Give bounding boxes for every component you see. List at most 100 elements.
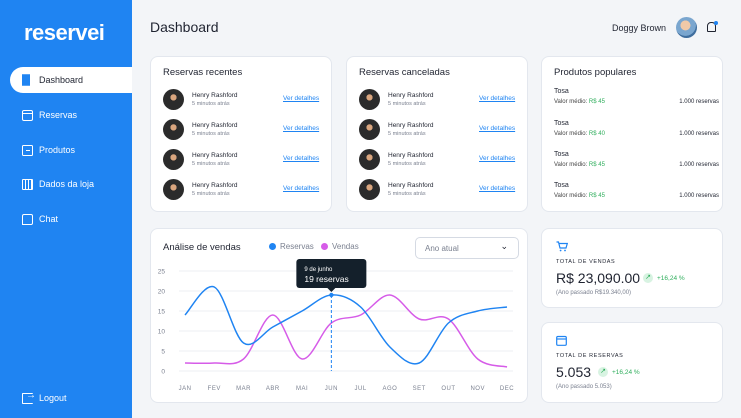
- price-value: R$ 40: [588, 131, 605, 137]
- avatar: [359, 179, 380, 200]
- product-price: Valor médio: R$ 45: [554, 162, 605, 168]
- y-tick-label: 15: [158, 309, 166, 316]
- sidebar-item-dados-da-loja[interactable]: Dados da loja: [10, 171, 132, 197]
- list-item: Tosa Valor médio: R$ 45 1.000 reservas: [554, 182, 719, 208]
- avatar: [163, 89, 184, 110]
- stat-change-value: +16,24 %: [612, 368, 640, 376]
- list-item: Henry Rashford 5 minutos atrás Ver detal…: [359, 89, 519, 111]
- price-value: R$ 45: [588, 162, 605, 168]
- sidebar: reservei Dashboard Reservas Produtos Dad…: [0, 0, 132, 418]
- stat-value: 5.053: [556, 364, 592, 380]
- stat-change: ↗ +16,24 %: [643, 273, 685, 283]
- y-tick-label: 20: [158, 289, 166, 296]
- list-item: Henry Rashford 5 minutos atrás Ver detal…: [163, 119, 323, 141]
- canceled-reservations-card: Reservas canceladas Henry Rashford 5 min…: [346, 56, 528, 212]
- page-title: Dashboard: [150, 19, 219, 35]
- timestamp: 5 minutos atrás: [388, 191, 426, 197]
- timestamp: 5 minutos atrás: [192, 161, 230, 167]
- tooltip-date: 9 de junho: [304, 267, 333, 273]
- list-item: Henry Rashford 5 minutos atrás Ver detal…: [359, 119, 519, 141]
- recent-reservations-card: Reservas recentes Henry Rashford 5 minut…: [150, 56, 332, 212]
- product-price: Valor médio: R$ 40: [554, 131, 605, 137]
- user-name[interactable]: Doggy Brown: [612, 23, 666, 33]
- building-icon: [22, 178, 33, 190]
- list-item: Tosa Valor médio: R$ 45 1.000 reservas: [554, 88, 719, 114]
- total-sales-card: TOTAL DE VENDAS R$ 23,090.00 ↗ +16,24 % …: [541, 228, 723, 308]
- product-quantity: 1.000 reservas: [679, 193, 719, 199]
- tooltip-value: 19 reservas: [304, 274, 348, 284]
- customer-name: Henry Rashford: [388, 152, 434, 159]
- sales-chart: 0 5 10 15 20 25 JAN FEV MAR ABR MAI JUN JUL AGO SET OUT…: [158, 259, 514, 392]
- calendar-icon: [22, 109, 33, 121]
- customer-name: Henry Rashford: [192, 152, 238, 159]
- y-tick-label: 5: [161, 349, 165, 356]
- timestamp: 5 minutos atrás: [388, 131, 426, 137]
- timestamp: 5 minutos atrás: [192, 131, 230, 137]
- stat-label: TOTAL DE RESERVAS: [556, 353, 624, 359]
- stat-previous: (Ano passado R$19.340,00): [556, 290, 632, 296]
- stat-change-value: +16,24 %: [657, 274, 685, 282]
- timestamp: 5 minutos atrás: [192, 101, 230, 107]
- sales-analysis-card: Análise de vendas Reservas Vendas Ano at…: [150, 228, 528, 403]
- y-tick-label: 0: [161, 369, 165, 376]
- sidebar-item-label: Reservas: [39, 110, 78, 120]
- chat-icon: [22, 213, 33, 225]
- details-link[interactable]: Ver detalhes: [479, 185, 515, 192]
- details-link[interactable]: Ver detalhes: [479, 125, 515, 132]
- sidebar-item-reservas[interactable]: Reservas: [10, 102, 132, 128]
- stat-change: ↗ +16,24 %: [598, 367, 640, 377]
- timestamp: 5 minutos atrás: [388, 161, 426, 167]
- x-tick-label: DEC: [500, 386, 514, 392]
- avatar: [163, 149, 184, 170]
- price-value: R$ 45: [588, 99, 605, 105]
- timestamp: 5 minutos atrás: [192, 191, 230, 197]
- customer-name: Henry Rashford: [192, 182, 238, 189]
- total-reservations-card: TOTAL DE RESERVAS 5.053 ↗ +16,24 % (Ano …: [541, 322, 723, 403]
- avatar: [163, 119, 184, 140]
- timestamp: 5 minutos atrás: [388, 101, 426, 107]
- trend-up-icon: ↗: [643, 273, 653, 283]
- cart-icon: [556, 241, 569, 255]
- product-quantity: 1.000 reservas: [679, 131, 719, 137]
- avatar: [359, 119, 380, 140]
- sidebar-item-label: Dados da loja: [39, 179, 95, 189]
- y-tick-label: 25: [158, 269, 166, 276]
- card-title: Reservas recentes: [163, 67, 243, 78]
- details-link[interactable]: Ver detalhes: [283, 95, 319, 102]
- customer-name: Henry Rashford: [192, 92, 238, 99]
- avatar[interactable]: [676, 17, 697, 38]
- avatar: [163, 179, 184, 200]
- stat-previous: (Ano passado 5.053): [556, 384, 612, 390]
- sidebar-item-produtos[interactable]: Produtos: [10, 137, 132, 163]
- details-link[interactable]: Ver detalhes: [283, 155, 319, 162]
- x-tick-label: JAN: [179, 386, 192, 392]
- sidebar-item-label: Dashboard: [39, 75, 84, 85]
- sidebar-item-label: Chat: [39, 214, 59, 224]
- notification-dot: [714, 21, 718, 25]
- product-quantity: 1.000 reservas: [679, 162, 719, 168]
- product-price: Valor médio: R$ 45: [554, 193, 605, 199]
- details-link[interactable]: Ver detalhes: [283, 125, 319, 132]
- x-tick-label: MAR: [236, 386, 251, 392]
- product-quantity: 1.000 reservas: [679, 99, 719, 105]
- details-link[interactable]: Ver detalhes: [479, 95, 515, 102]
- price-value: R$ 45: [588, 193, 605, 199]
- customer-name: Henry Rashford: [192, 122, 238, 129]
- x-tick-label: NOV: [470, 386, 485, 392]
- avatar: [359, 89, 380, 110]
- sidebar-item-chat[interactable]: Chat: [10, 206, 132, 232]
- details-link[interactable]: Ver detalhes: [283, 185, 319, 192]
- product-name: Tosa: [554, 120, 569, 127]
- series-line-reservas: [184, 285, 508, 365]
- stat-value: R$ 23,090.00: [556, 270, 641, 286]
- x-tick-label: AGO: [382, 386, 397, 392]
- x-tick-label: FEV: [208, 386, 221, 392]
- sidebar-item-dashboard[interactable]: Dashboard: [10, 67, 132, 93]
- customer-name: Henry Rashford: [388, 182, 434, 189]
- details-link[interactable]: Ver detalhes: [479, 155, 515, 162]
- x-tick-label: MAI: [296, 386, 308, 392]
- logout-button[interactable]: Logout: [10, 385, 132, 411]
- list-item: Henry Rashford 5 minutos atrás Ver detal…: [163, 149, 323, 171]
- box-icon: [22, 144, 33, 156]
- card-title: Produtos populares: [554, 67, 637, 78]
